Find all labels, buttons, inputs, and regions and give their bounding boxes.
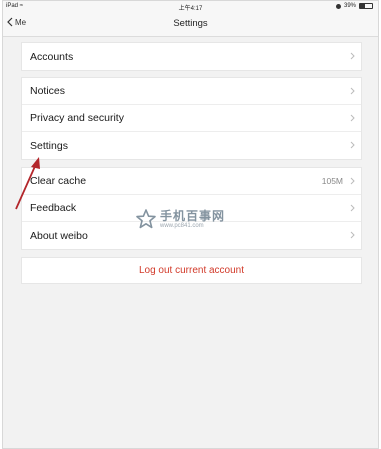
annotation-arrow-icon <box>15 157 40 210</box>
ipad-screen: iPad ≈ 上午4:17 39% Me Settings Accounts N… <box>2 0 379 449</box>
